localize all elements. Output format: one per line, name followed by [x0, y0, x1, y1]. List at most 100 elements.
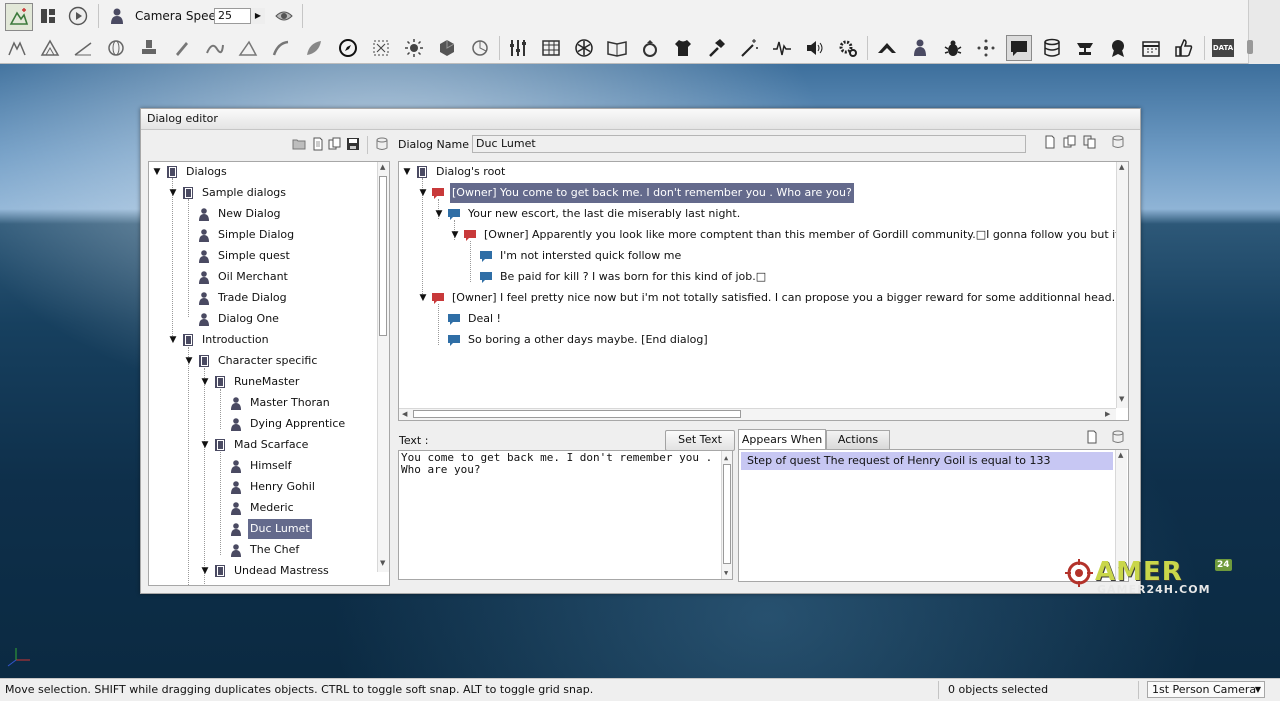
- stamp-icon[interactable]: [136, 35, 162, 61]
- expand-toggle-icon[interactable]: ▼: [200, 372, 210, 392]
- dialog-list-tree[interactable]: ▼ Dialogs ▼ Sample dialogs New Dialog Simple …: [148, 161, 390, 586]
- dialog-structure-vscrollbar[interactable]: ▲ ▼: [1116, 162, 1128, 408]
- waveform-icon[interactable]: [769, 35, 795, 61]
- database-small-icon[interactable]: [374, 136, 390, 152]
- dialog-node-item[interactable]: I'm not intersted quick follow me: [399, 246, 1116, 266]
- dialog-list-item[interactable]: ▼ Dialogs: [149, 162, 377, 182]
- terrain-editor-icon[interactable]: [5, 3, 33, 31]
- dialog-list-item[interactable]: ▼ Mad Scarface: [149, 435, 377, 455]
- toolbar-collapse-handle[interactable]: [1247, 0, 1280, 64]
- expand-toggle-icon[interactable]: ▼: [402, 162, 412, 182]
- set-text-button[interactable]: Set Text: [665, 430, 735, 451]
- sphere-icon[interactable]: [467, 35, 493, 61]
- arrow-up-icon[interactable]: [874, 35, 900, 61]
- camera-person-icon[interactable]: [104, 3, 130, 29]
- sun-icon[interactable]: [401, 35, 427, 61]
- expand-toggle-icon[interactable]: ▼: [450, 225, 460, 245]
- expand-toggle-icon[interactable]: ▼: [200, 435, 210, 455]
- mixer-icon[interactable]: [505, 35, 531, 61]
- dialog-name-input[interactable]: Duc Lumet: [472, 135, 1026, 153]
- delete-condition-icon[interactable]: [1110, 429, 1126, 445]
- cut-node-icon[interactable]: [1062, 134, 1078, 150]
- expand-toggle-icon[interactable]: ▼: [418, 288, 428, 308]
- dialog-list-item[interactable]: ▼ Introduction: [149, 330, 377, 350]
- dialog-list-item[interactable]: Simple quest: [149, 246, 377, 266]
- dialog-editor-icon[interactable]: [1006, 35, 1032, 61]
- condition-row[interactable]: Step of quest The request of Henry Goil …: [741, 452, 1113, 470]
- tab-actions[interactable]: Actions: [826, 430, 890, 450]
- thumbs-up-icon[interactable]: [1171, 35, 1197, 61]
- data-icon[interactable]: DATA: [1210, 35, 1236, 61]
- dialog-node-item[interactable]: Deal !: [399, 309, 1116, 329]
- compass-icon[interactable]: [335, 35, 361, 61]
- paste-node-icon[interactable]: [1082, 134, 1098, 150]
- gears-icon[interactable]: [835, 35, 861, 61]
- dialog-node-item[interactable]: So boring a other days maybe. [End dialo…: [399, 330, 1116, 350]
- expand-toggle-icon[interactable]: ▼: [168, 183, 178, 203]
- dialog-list-item[interactable]: ▼ Character specific: [149, 351, 377, 371]
- dialog-list-item[interactable]: Mederic: [149, 498, 377, 518]
- cube-icon[interactable]: [434, 35, 460, 61]
- bounding-box-icon[interactable]: [368, 35, 394, 61]
- text-area-scrollbar[interactable]: ▲ ▼: [721, 451, 732, 579]
- play-icon[interactable]: [65, 3, 91, 29]
- npc-person-icon[interactable]: [907, 35, 933, 61]
- expand-toggle-icon[interactable]: ▼: [168, 330, 178, 350]
- delete-node-icon[interactable]: [1110, 134, 1126, 150]
- dialog-node-item[interactable]: ▼ Dialog's root: [399, 162, 1116, 182]
- expand-toggle-icon[interactable]: ▼: [418, 183, 428, 203]
- dialog-list-item[interactable]: Trade Dialog: [149, 288, 377, 308]
- anvil-icon[interactable]: [1072, 35, 1098, 61]
- dialog-list-item[interactable]: ▼ Undead Mastress: [149, 561, 377, 581]
- slope-icon[interactable]: [235, 35, 261, 61]
- badge-icon[interactable]: [1105, 35, 1131, 61]
- new-node-icon[interactable]: [1042, 134, 1058, 150]
- dialog-list-item[interactable]: ▼ Sample dialogs: [149, 183, 377, 203]
- copy-document-icon[interactable]: [327, 136, 343, 152]
- dialog-list-item[interactable]: Oil Merchant: [149, 267, 377, 287]
- paint-brush-icon[interactable]: [169, 35, 195, 61]
- expand-toggle-icon[interactable]: ▼: [434, 204, 444, 224]
- new-condition-icon[interactable]: [1084, 429, 1100, 445]
- dialog-list-item[interactable]: Henry Gohil: [149, 477, 377, 497]
- dialog-list-item[interactable]: Dialog One: [149, 309, 377, 329]
- globe-icon[interactable]: [103, 35, 129, 61]
- dialog-list-scrollbar[interactable]: ▲ ▼: [377, 162, 389, 572]
- dialog-list-item[interactable]: Himself: [149, 456, 377, 476]
- folder-icon[interactable]: [291, 136, 307, 152]
- tab-appears-when[interactable]: Appears When: [738, 429, 826, 450]
- leaf-icon[interactable]: [301, 35, 327, 61]
- magic-wand-icon[interactable]: [736, 35, 762, 61]
- dialog-list-item[interactable]: Dying Apprentice: [149, 414, 377, 434]
- dialog-list-item[interactable]: Simple Dialog: [149, 225, 377, 245]
- expand-toggle-icon[interactable]: ▼: [184, 351, 194, 371]
- dialog-node-item[interactable]: ▼ [Owner] You come to get back me. I don'…: [399, 183, 1116, 203]
- dialog-list-item[interactable]: The Chef: [149, 540, 377, 560]
- layout-icon[interactable]: [35, 3, 61, 29]
- ring-icon[interactable]: [637, 35, 663, 61]
- shirt-icon[interactable]: [670, 35, 696, 61]
- hammer-icon[interactable]: [703, 35, 729, 61]
- new-document-icon[interactable]: [310, 136, 326, 152]
- road-icon[interactable]: [268, 35, 294, 61]
- save-icon[interactable]: [345, 136, 361, 152]
- book-icon[interactable]: [604, 35, 630, 61]
- dialog-list-item[interactable]: ▼ RuneMaster: [149, 372, 377, 392]
- expand-toggle-icon[interactable]: ▼: [200, 561, 210, 581]
- table-icon[interactable]: [538, 35, 564, 61]
- dialog-structure-hscrollbar[interactable]: ◀ ▶: [399, 408, 1116, 420]
- dialog-node-item[interactable]: Be paid for kill ? I was born for this k…: [399, 267, 1116, 287]
- camera-mode-select[interactable]: 1st Person Camera ▼: [1147, 681, 1265, 698]
- dialog-list-item[interactable]: Master Thoran: [149, 393, 377, 413]
- expand-toggle-icon[interactable]: ▼: [152, 162, 162, 182]
- node-text-area[interactable]: You come to get back me. I don't remembe…: [398, 450, 733, 580]
- speaker-icon[interactable]: [802, 35, 828, 61]
- bug-icon[interactable]: [940, 35, 966, 61]
- camera-speed-dropdown-arrow[interactable]: ▶: [250, 8, 265, 24]
- calendar-icon[interactable]: [1138, 35, 1164, 61]
- terrain-flatten-icon[interactable]: [4, 35, 30, 61]
- erosion-icon[interactable]: [202, 35, 228, 61]
- dialog-node-item[interactable]: ▼ Your new escort, the last die miserably…: [399, 204, 1116, 224]
- dialog-structure-tree[interactable]: ▼ Dialog's root ▼ [Owner] You come to get b…: [398, 161, 1129, 421]
- dialog-list-item[interactable]: New Dialog: [149, 204, 377, 224]
